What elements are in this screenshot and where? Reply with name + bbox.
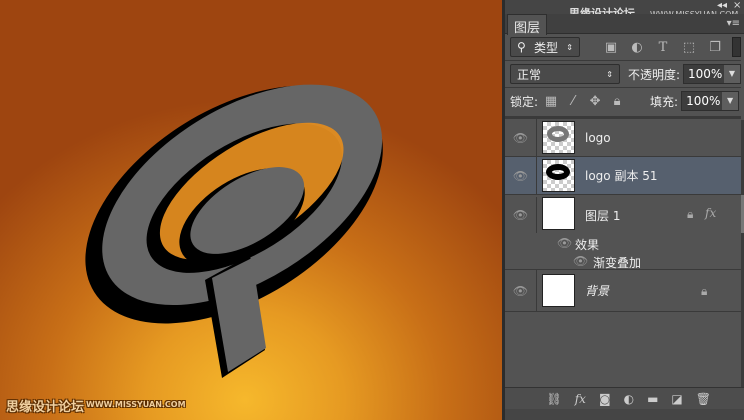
opacity-label: 不透明度: <box>627 67 681 82</box>
logo-artwork <box>85 84 383 378</box>
chevron-down-icon[interactable]: ▼ <box>724 65 740 83</box>
eye-icon[interactable]: 👁︎ <box>505 197 537 233</box>
blend-mode-select[interactable]: 正常 ⇕ <box>510 64 620 84</box>
opacity-field[interactable]: 100% ▼ <box>683 64 741 84</box>
add-style-button[interactable]: fx <box>575 392 586 406</box>
filter-kind-select[interactable]: ⚲ 类型 ⇕ <box>510 37 580 57</box>
lock-all-icon[interactable]: 🔒︎ <box>606 94 628 109</box>
fx-icon[interactable]: fx <box>705 206 716 220</box>
search-icon: ⚲ <box>517 40 526 54</box>
updown-icon: ⇕ <box>566 42 573 52</box>
link-layers-icon[interactable]: ⛓︎ <box>546 392 561 406</box>
layer-name[interactable]: logo 副本 51 <box>585 167 658 184</box>
lock-icon: 🔒︎ <box>687 207 694 221</box>
watermark-cn: 思缘设计论坛 <box>6 400 85 415</box>
adjustment-layer-icon[interactable]: ◐ <box>624 392 634 406</box>
updown-icon: ⇕ <box>606 69 613 79</box>
eye-icon[interactable]: 👁︎ <box>505 119 537 156</box>
tab-layers[interactable]: 图层 <box>507 14 547 36</box>
lock-label: 锁定: <box>510 94 539 109</box>
watermark-url: WWW.MISSYUAN.COM <box>86 400 186 409</box>
layer-row-logo[interactable]: 👁︎ logo <box>505 119 741 157</box>
eye-icon[interactable]: 👁︎ <box>573 254 588 268</box>
eye-icon[interactable]: 👁︎ <box>557 236 572 250</box>
adjustment-filter-icon[interactable]: ◐ <box>624 40 650 55</box>
lock-icon: 🔒︎ <box>701 284 708 298</box>
filter-row: ⚲ 类型 ⇕ ▣ ◐ T ⬚ ❐ <box>505 36 741 58</box>
add-mask-icon[interactable]: ◙ <box>599 392 611 406</box>
filter-kind-label: 类型 <box>534 40 559 55</box>
eye-icon[interactable]: 👁︎ <box>505 270 537 311</box>
effect-gradient-overlay[interactable]: 渐变叠加 <box>593 254 641 271</box>
fill-label: 填充: <box>650 94 679 109</box>
trash-icon[interactable]: 🗑︎ <box>696 392 711 406</box>
panel-menu-icon[interactable]: ▾≡ <box>727 18 740 29</box>
type-filter-icon[interactable]: T <box>650 40 676 55</box>
shape-filter-icon[interactable]: ⬚ <box>676 40 702 55</box>
opacity-value[interactable]: 100% <box>684 67 724 81</box>
layer-row-logo-copy-51[interactable]: 👁︎ logo 副本 51 <box>505 157 741 195</box>
lock-brush-icon[interactable]: ⁄ <box>562 94 584 109</box>
fill-field[interactable]: 100% ▼ <box>681 91 740 111</box>
fill-value[interactable]: 100% <box>682 94 722 108</box>
blend-row: 正常 ⇕ 不透明度: 100% ▼ <box>505 63 741 85</box>
blend-mode-label: 正常 <box>517 67 542 82</box>
smart-object-filter-icon[interactable]: ❐ <box>702 40 728 55</box>
logo-thumb-shape <box>547 126 569 142</box>
new-layer-icon[interactable]: ◪ <box>671 392 682 406</box>
panel-bottom-toolbar: ⛓︎ fx ◙ ◐ ▬ ◪ 🗑︎ <box>505 387 744 409</box>
layer-name[interactable]: 背景 <box>585 282 609 299</box>
image-filter-icon[interactable]: ▣ <box>598 40 624 55</box>
tab-bar: 图层 ▾≡ <box>505 14 744 36</box>
panel-resize-handle[interactable] <box>505 409 744 420</box>
layer-name[interactable]: logo <box>585 131 611 145</box>
layer-thumbnail <box>542 159 575 192</box>
new-group-icon[interactable]: ▬ <box>647 392 658 406</box>
logo-thumb-shape <box>546 164 570 180</box>
layer-name[interactable]: 图层 1 <box>585 207 620 224</box>
layers-panel: ◂◂ × 思缘设计论坛 WWW.MISSYUAN.COM 图层 ▾≡ ⚲ 类型 ⇕ … <box>502 0 744 420</box>
layer-thumbnail <box>542 121 575 154</box>
layer-thumbnail <box>542 274 575 307</box>
filter-toggle[interactable] <box>732 37 741 57</box>
layer-row-layer-1[interactable]: 👁︎ 图层 1 🔒︎ fx 👁︎ 效果 👁︎ 渐变叠加 <box>505 195 741 270</box>
effects-label[interactable]: 效果 <box>575 236 599 253</box>
lock-move-icon[interactable]: ✥ <box>584 94 606 109</box>
document-canvas[interactable]: 思缘设计论坛 WWW.MISSYUAN.COM <box>0 0 502 420</box>
lock-transparent-icon[interactable]: ▦ <box>540 94 562 109</box>
chevron-down-icon[interactable]: ▼ <box>722 92 739 110</box>
panel-titlebar: ◂◂ × 思缘设计论坛 WWW.MISSYUAN.COM <box>505 0 744 20</box>
layer-thumbnail <box>542 197 575 230</box>
lock-row: 锁定: ▦ ⁄ ✥ 🔒︎ 填充: 100% ▼ <box>505 90 741 112</box>
layer-row-background[interactable]: 👁︎ 背景 🔒︎ <box>505 270 741 312</box>
eye-icon[interactable]: 👁︎ <box>505 157 537 194</box>
